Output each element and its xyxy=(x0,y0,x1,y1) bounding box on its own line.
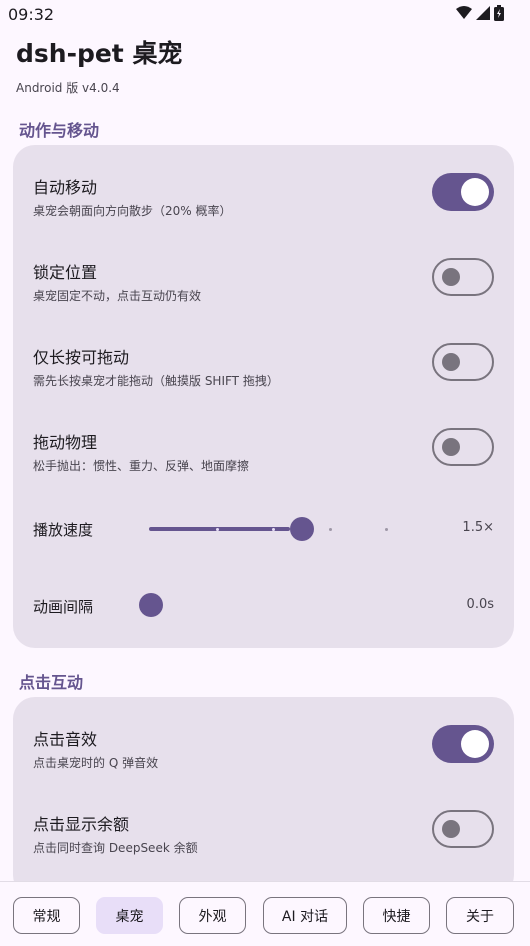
switch-knob xyxy=(461,730,489,758)
click-balance-switch[interactable] xyxy=(432,810,494,848)
tab-appearance[interactable]: 外观 xyxy=(179,897,246,934)
bottom-tab-bar: 常规 桌宠 外观 AI 对话 快捷 关于 xyxy=(0,881,530,946)
wifi-icon xyxy=(456,6,472,19)
status-bar: 09:32 xyxy=(0,0,530,28)
switch-knob xyxy=(442,353,460,371)
setting-title: 拖动物理 xyxy=(33,433,98,452)
setting-subtitle: 桌宠固定不动，点击互动仍有效 xyxy=(33,289,202,303)
battery-icon xyxy=(494,5,504,21)
setting-auto-move[interactable]: 自动移动 桌宠会朝面向方向散步（20% 概率） xyxy=(33,174,494,219)
setting-subtitle: 点击同时查询 DeepSeek 余额 xyxy=(33,841,198,855)
switch-knob xyxy=(442,820,460,838)
auto-move-switch[interactable] xyxy=(432,173,494,211)
setting-title: 点击显示余额 xyxy=(33,815,130,834)
setting-subtitle: 点击桌宠时的 Q 弹音效 xyxy=(33,756,159,770)
speed-slider-tick xyxy=(215,527,219,531)
interval-slider[interactable] xyxy=(139,592,439,618)
speed-slider-tick xyxy=(272,527,276,531)
setting-subtitle: 需先长按桌宠才能拖动（触摸版 SHIFT 拖拽） xyxy=(33,374,279,388)
interval-slider-thumb[interactable] xyxy=(139,593,163,617)
speed-slider-tick xyxy=(328,527,332,531)
signal-icon xyxy=(476,6,490,20)
status-time: 09:32 xyxy=(8,4,55,24)
speed-slider-label: 播放速度 xyxy=(33,521,94,539)
drag-physics-switch[interactable] xyxy=(432,428,494,466)
setting-title: 自动移动 xyxy=(33,178,98,197)
tab-about[interactable]: 关于 xyxy=(446,897,514,934)
tab-pet[interactable]: 桌宠 xyxy=(96,897,163,934)
long-press-drag-switch[interactable] xyxy=(432,343,494,381)
app-version: Android 版 v4.0.4 xyxy=(16,81,120,95)
tab-shortcuts[interactable]: 快捷 xyxy=(363,897,430,934)
speed-slider-active-track xyxy=(149,527,290,531)
switch-knob xyxy=(442,438,460,456)
lock-position-switch[interactable] xyxy=(432,258,494,296)
setting-title: 点击音效 xyxy=(33,730,98,749)
setting-title: 锁定位置 xyxy=(33,263,98,282)
click-sound-switch[interactable] xyxy=(432,725,494,763)
tab-general[interactable]: 常规 xyxy=(13,897,80,934)
interval-slider-label: 动画间隔 xyxy=(33,598,94,616)
setting-long-press-drag[interactable]: 仅长按可拖动 需先长按桌宠才能拖动（触摸版 SHIFT 拖拽） xyxy=(33,344,494,389)
section-title-click: 点击互动 xyxy=(19,673,84,692)
speed-slider-thumb[interactable] xyxy=(290,517,314,541)
tab-ai-chat[interactable]: AI 对话 xyxy=(263,897,347,934)
speed-slider[interactable] xyxy=(149,516,449,542)
setting-subtitle: 松手抛出：惯性、重力、反弹、地面摩擦 xyxy=(33,459,250,473)
switch-knob xyxy=(442,268,460,286)
setting-drag-physics[interactable]: 拖动物理 松手抛出：惯性、重力、反弹、地面摩擦 xyxy=(33,429,494,474)
setting-lock-position[interactable]: 锁定位置 桌宠固定不动，点击互动仍有效 xyxy=(33,259,494,304)
speed-slider-tick xyxy=(385,527,389,531)
speed-slider-value: 1.5× xyxy=(462,520,494,535)
speed-slider-inactive-track xyxy=(302,527,431,531)
status-icons xyxy=(456,5,504,21)
motion-settings-card: 自动移动 桌宠会朝面向方向散步（20% 概率） 锁定位置 桌宠固定不动，点击互动… xyxy=(13,145,514,648)
setting-click-balance[interactable]: 点击显示余额 点击同时查询 DeepSeek 余额 xyxy=(33,811,494,856)
section-title-motion: 动作与移动 xyxy=(19,121,100,140)
click-settings-card: 点击音效 点击桌宠时的 Q 弹音效 点击显示余额 点击同时查询 DeepSeek… xyxy=(13,697,514,897)
setting-click-sound[interactable]: 点击音效 点击桌宠时的 Q 弹音效 xyxy=(33,726,494,771)
interval-slider-value: 0.0s xyxy=(466,597,494,612)
setting-title: 仅长按可拖动 xyxy=(33,348,130,367)
switch-knob xyxy=(461,178,489,206)
setting-subtitle: 桌宠会朝面向方向散步（20% 概率） xyxy=(33,204,232,218)
app-title: dsh-pet 桌宠 xyxy=(16,39,183,68)
